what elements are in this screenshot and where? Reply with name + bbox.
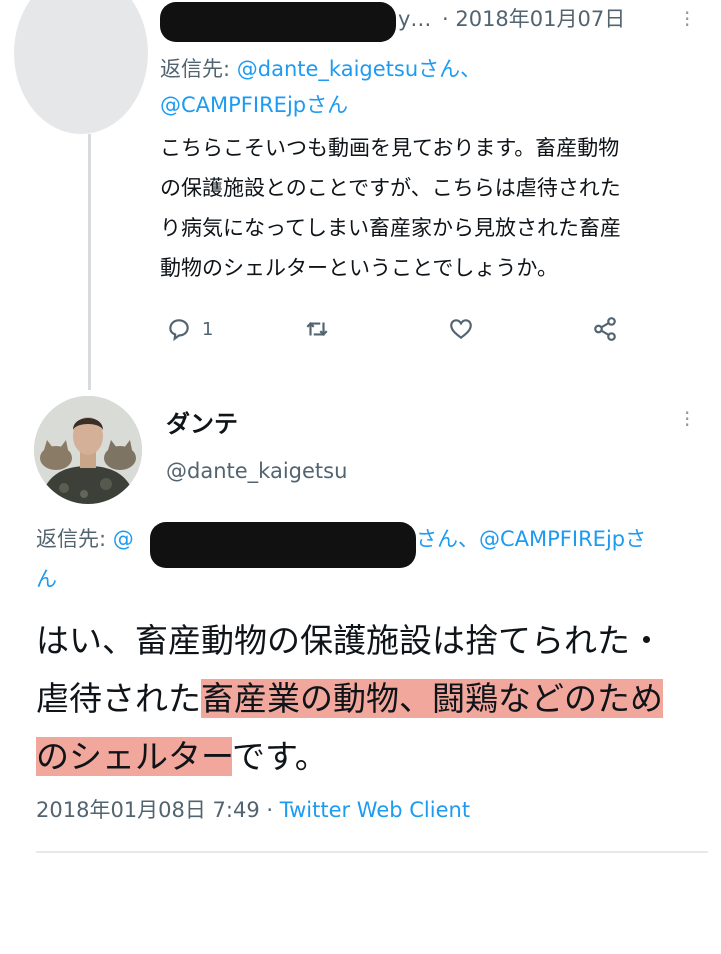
- reply-handle-wrap[interactable]: ん: [36, 564, 57, 594]
- tweet1-reply-to: 返信先: @dante_kaigetsuさん、: [160, 54, 481, 84]
- reply-handle-campfire[interactable]: @CAMPFIREjpさん: [160, 90, 348, 120]
- reply-button[interactable]: 1: [166, 316, 213, 342]
- share-icon: [594, 317, 616, 341]
- more-icon[interactable]: · · ·: [684, 3, 690, 35]
- retweet-icon: [306, 322, 328, 336]
- avatar-photo: [34, 396, 142, 504]
- redacted-handle: [150, 522, 416, 568]
- user-handle[interactable]: @dante_kaigetsu: [166, 456, 347, 486]
- tweet2-body-line1: はい、畜産動物の保護施設は捨てられた・: [36, 621, 663, 660]
- tweet2-body-line2: 虐待された畜産業の動物、闘鶏などのため: [36, 670, 663, 728]
- reply-handle-dante[interactable]: @dante_kaigetsuさん、: [237, 57, 481, 81]
- tweet1-body: こちらこそいつも動画を見ております。畜産動物 の保護施設とのことですが、こちらは…: [160, 128, 621, 288]
- tweet1-body-line: 動物のシェルターということでしょうか。: [160, 256, 558, 280]
- thread-connector-line: [88, 134, 91, 390]
- retweet-button[interactable]: [304, 316, 330, 342]
- like-icon: [450, 319, 472, 340]
- body-plain-text: 虐待された: [36, 679, 201, 718]
- reply-after-redaction: さん、: [416, 527, 479, 551]
- highlighted-text: のシェルター: [36, 737, 233, 776]
- avatar-placeholder[interactable]: [14, 0, 148, 134]
- tweet2-body: はい、畜産動物の保護施設は捨てられた・ 虐待された畜産業の動物、闘鶏などのため …: [36, 612, 663, 786]
- divider: [36, 851, 708, 853]
- body-plain-text: です。: [232, 737, 328, 776]
- tweet2-body-line3: のシェルターです。: [36, 728, 663, 786]
- tweet1-date[interactable]: · 2018年01月07日: [442, 4, 625, 34]
- highlighted-text: 畜産業の動物、闘鶏などのため: [201, 679, 663, 718]
- display-name[interactable]: ダンテ: [166, 404, 238, 439]
- tweet2-reply-to: 返信先: @: [36, 524, 134, 554]
- tweet1-body-line: こちらこそいつも動画を見ております。畜産動物: [160, 136, 620, 160]
- reply-handle-start[interactable]: @: [113, 527, 134, 551]
- tweet1-header-suffix: y…: [398, 7, 432, 31]
- reply-prefix: 返信先:: [36, 527, 113, 551]
- tweet1-body-line: り病気になってしまい畜産家から見放された畜産: [160, 216, 621, 240]
- reply-handle-campfire: @CAMPFIREjpさ: [479, 527, 647, 551]
- share-button[interactable]: [592, 316, 618, 342]
- tweet2-footer: 2018年01月08日 7:49 · Twitter Web Client: [36, 794, 470, 824]
- reply-prefix: 返信先:: [160, 57, 237, 81]
- like-button[interactable]: [448, 316, 474, 342]
- tweet1-body-line: の保護施設とのことですが、こちらは虐待された: [160, 176, 621, 200]
- avatar[interactable]: [34, 396, 142, 504]
- reply-icon: [169, 319, 189, 342]
- more-icon[interactable]: · · ·: [684, 403, 690, 435]
- tweet-timestamp[interactable]: 2018年01月08日 7:49 ·: [36, 798, 280, 822]
- client-link[interactable]: Twitter Web Client: [280, 798, 470, 822]
- reply-count: 1: [202, 318, 214, 340]
- reply-handle-suffix[interactable]: さん、@CAMPFIREjpさ: [416, 524, 646, 554]
- redacted-username: [160, 2, 396, 42]
